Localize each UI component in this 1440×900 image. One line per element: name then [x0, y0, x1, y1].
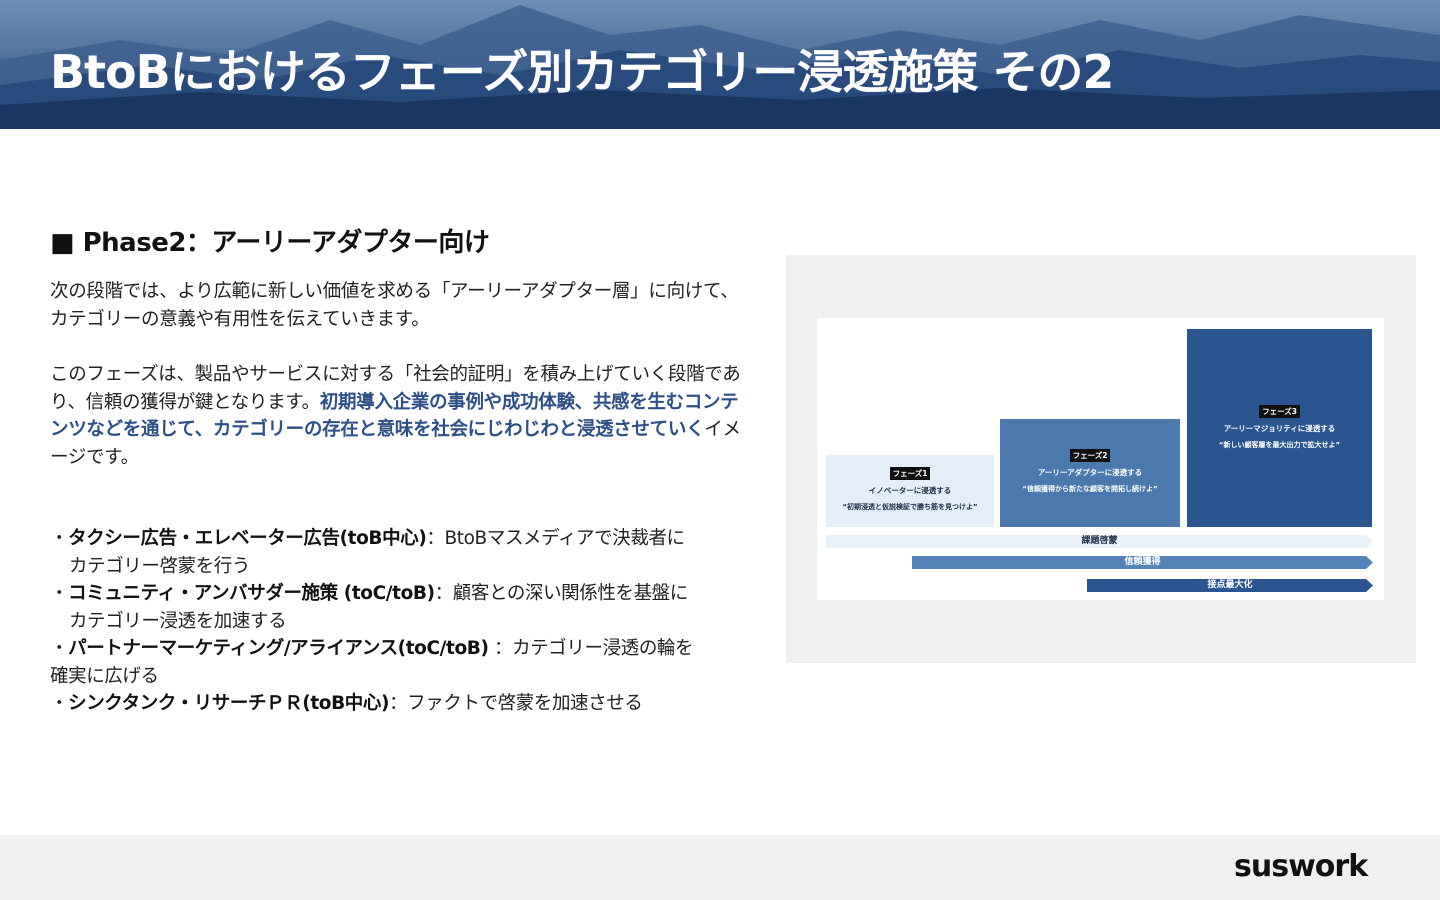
phase-target: アーリーマジョリティに浸透する	[1223, 424, 1336, 433]
initiative-list: ・タクシー広告・エレベーター広告(toB中心)：BtoBマスメディアで決裁者に …	[50, 525, 760, 718]
description-paragraph: このフェーズは、製品やサービスに対する「社会的証明」を積み上げていく段階であり、…	[50, 361, 750, 471]
phase-2-box: フェーズ2 アーリーアダプターに浸透する “信頼獲得から新たな顧客を開拓し続けよ…	[1000, 419, 1180, 527]
phase-target: イノベーターに浸透する	[868, 486, 952, 495]
bullet-marker: ・	[50, 583, 69, 604]
initiative-text: ：カテゴリー浸透の輪を	[488, 638, 694, 659]
list-item: ・シンクタンク・リサーチＰＲ(toB中心)：ファクトで啓蒙を加速させる	[50, 690, 760, 718]
section-heading: ■ Phase2：アーリーアダプター向け	[50, 228, 490, 258]
initiative-text-continued: カテゴリー啓蒙を行う	[69, 555, 251, 577]
phase-tag: フェーズ3	[1259, 405, 1300, 418]
initiative-title: コミュニティ・アンバサダー施策 (toC/toB)	[68, 583, 435, 604]
arrow-touchpoint-maximization: 接点最大化	[1087, 579, 1373, 592]
initiative-title: タクシー広告・エレベーター広告(toB中心)	[68, 528, 427, 549]
initiative-text-continued: 確実に広げる	[50, 665, 159, 687]
footer-bar	[0, 835, 1440, 900]
list-item: ・パートナーマーケティング/アライアンス(toC/toB) ：カテゴリー浸透の輪…	[50, 635, 760, 690]
header-banner: BtoBにおけるフェーズ別カテゴリー浸透施策 その2	[0, 0, 1440, 129]
initiative-text: ：BtoBマスメディアで決裁者に	[426, 528, 685, 549]
phase-3-box: フェーズ3 アーリーマジョリティに浸透する “新しい顧客層を最大出力で拡大せよ”	[1187, 329, 1372, 527]
initiative-title: シンクタンク・リサーチＰＲ(toB中心)	[68, 693, 390, 714]
page-title: BtoBにおけるフェーズ別カテゴリー浸透施策 その2	[50, 45, 1114, 99]
bullet-marker: ・	[50, 693, 69, 714]
phase-tag: フェーズ1	[889, 467, 931, 480]
phase-target: アーリーアダプターに浸透する	[1037, 468, 1143, 477]
phase-motto: “新しい顧客層を最大出力で拡大せよ”	[1218, 441, 1341, 449]
arrow-issue-awareness: 課題啓蒙	[826, 535, 1373, 548]
phase-1-box: フェーズ1 イノベーターに浸透する “初期浸透と仮説検証で勝ち筋を見つけよ”	[826, 455, 994, 527]
suswork-logo: suswork	[1234, 849, 1368, 884]
intro-paragraph: 次の段階では、より広範に新しい価値を求める「アーリーアダプター層」に向けて、カテ…	[50, 281, 739, 330]
initiative-text: ：ファクトで啓蒙を加速させる	[389, 693, 643, 714]
phase-motto: “初期浸透と仮説検証で勝ち筋を見つけよ”	[842, 503, 978, 511]
bullet-marker: ・	[50, 528, 69, 549]
initiative-text-continued: カテゴリー浸透を加速する	[69, 610, 287, 632]
list-item: ・タクシー広告・エレベーター広告(toB中心)：BtoBマスメディアで決裁者に …	[50, 525, 760, 580]
phase-tag: フェーズ2	[1069, 449, 1111, 462]
initiative-title: パートナーマーケティング/アライアンス(toC/toB)	[68, 638, 489, 659]
phase-motto: “信頼獲得から新たな顧客を開拓し続けよ”	[1022, 485, 1158, 493]
list-item: ・コミュニティ・アンバサダー施策 (toC/toB)：顧客との深い関係性を基盤に…	[50, 580, 760, 635]
bullet-marker: ・	[50, 638, 69, 659]
initiative-text: ：顧客との深い関係性を基盤に	[434, 583, 689, 604]
arrow-trust-building: 信頼獲得	[912, 556, 1373, 569]
